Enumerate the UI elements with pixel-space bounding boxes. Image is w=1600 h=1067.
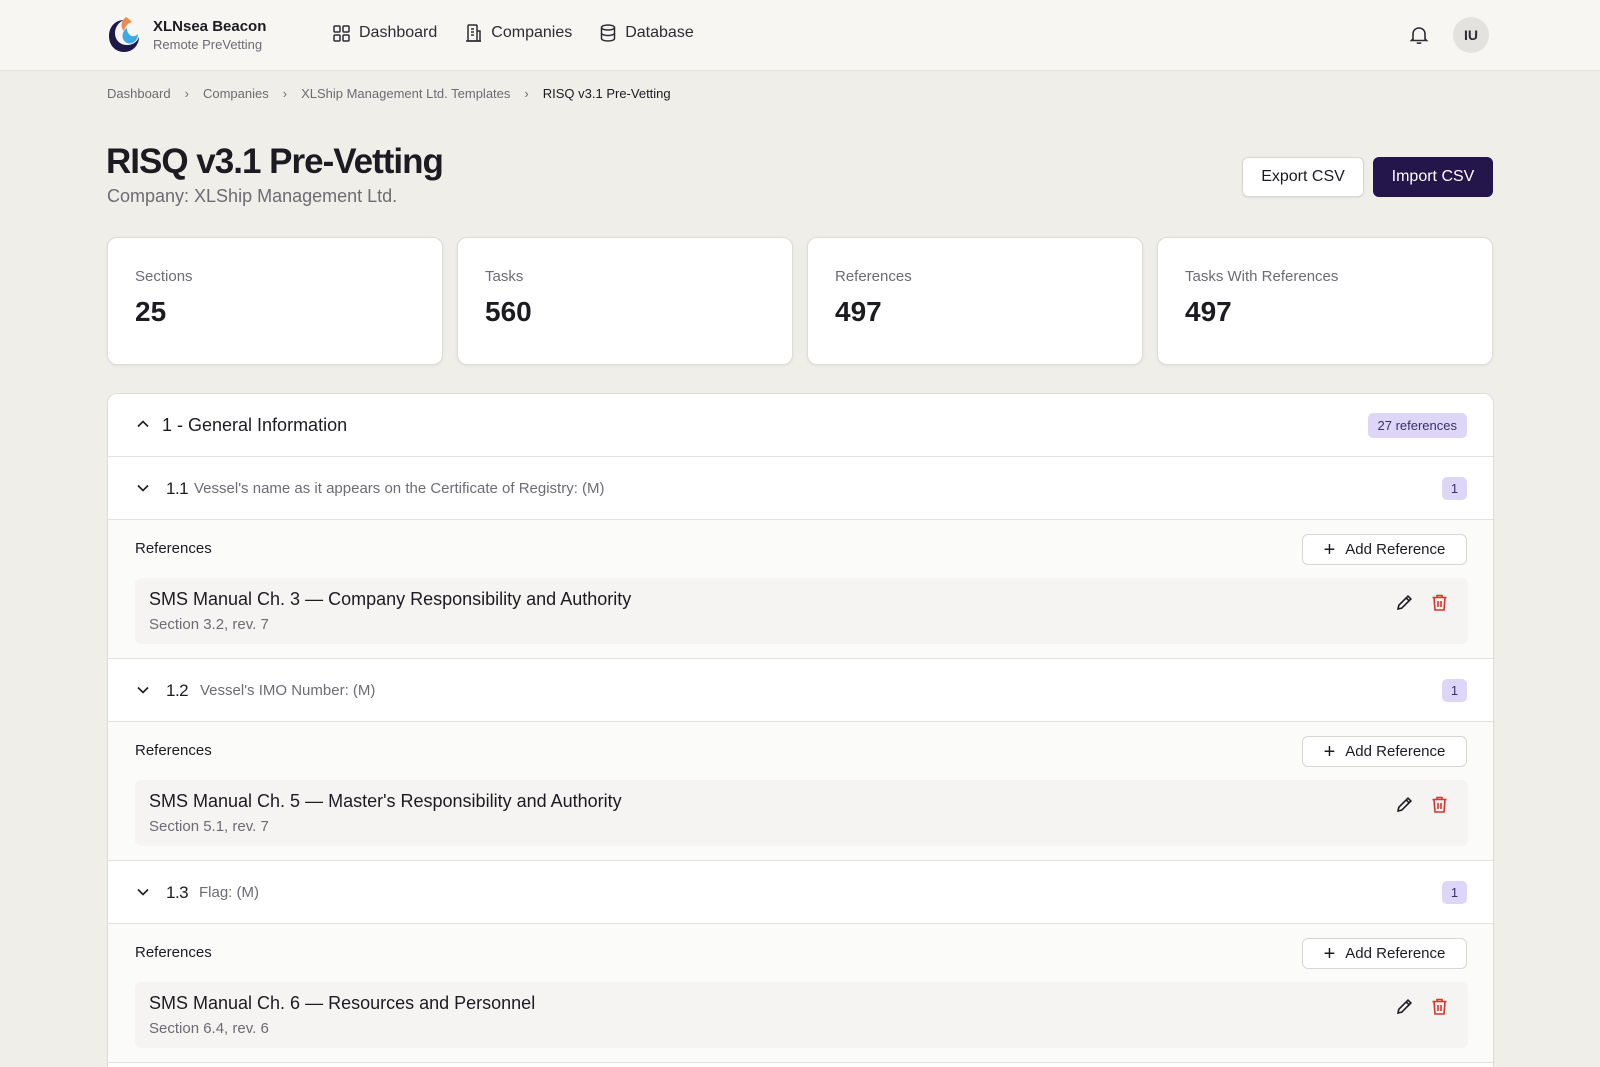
nav-database[interactable]: Database <box>600 24 694 42</box>
nav-companies-label: Companies <box>491 24 573 41</box>
reference-meta: Section 5.1, rev. 7 <box>149 818 269 835</box>
pencil-icon[interactable] <box>1395 593 1414 612</box>
import-csv-button[interactable]: Import CSV <box>1373 157 1493 197</box>
chevron-right-icon: › <box>524 86 529 101</box>
reference-title: SMS Manual Ch. 3 — Company Responsibilit… <box>149 589 632 609</box>
stat-label: Sections <box>135 268 193 285</box>
reference-count-badge: 1 <box>1442 679 1467 702</box>
breadcrumb-current: RISQ v3.1 Pre-Vetting <box>542 86 671 101</box>
add-reference-button[interactable]: + Add Reference <box>1302 534 1467 565</box>
references-area: References + Add Reference SMS Manual Ch… <box>108 520 1493 659</box>
trash-icon[interactable] <box>1431 593 1448 612</box>
chevron-right-icon: › <box>184 86 189 101</box>
task-row[interactable]: 1.3 Flag: (M) 1 <box>108 861 1493 924</box>
stat-value: 497 <box>1185 296 1232 327</box>
chevron-down-icon[interactable] <box>136 683 150 697</box>
stat-label: References <box>835 268 912 285</box>
bell-icon[interactable] <box>1408 24 1430 46</box>
stat-card-references: References 497 <box>807 237 1143 365</box>
breadcrumb: Dashboard › Companies › XLShip Managemen… <box>107 86 671 101</box>
brand[interactable]: XLNsea Beacon Remote PreVetting <box>107 16 266 54</box>
add-reference-label: Add Reference <box>1345 541 1446 558</box>
database-icon <box>600 24 616 42</box>
app-name: XLNsea Beacon <box>153 18 267 35</box>
task-row[interactable]: 1.2 Vessel's IMO Number: (M) 1 <box>108 659 1493 722</box>
reference-card: SMS Manual Ch. 3 — Company Responsibilit… <box>135 578 1468 644</box>
stat-value: 25 <box>135 296 167 327</box>
stat-card-sections: Sections 25 <box>107 237 443 365</box>
trash-icon[interactable] <box>1431 997 1448 1016</box>
references-count-badge: 27 references <box>1367 413 1467 438</box>
stat-label: Tasks With References <box>1185 268 1339 285</box>
reference-count-badge: 1 <box>1442 881 1467 904</box>
chevron-down-icon[interactable] <box>136 885 150 899</box>
add-reference-button[interactable]: + Add Reference <box>1302 938 1467 969</box>
stat-label: Tasks <box>485 268 524 285</box>
page-subtitle: Company: XLShip Management Ltd. <box>107 186 398 206</box>
section-title: 1 - General Information <box>162 415 348 435</box>
add-reference-label: Add Reference <box>1345 743 1446 760</box>
add-reference-button[interactable]: + Add Reference <box>1302 736 1467 767</box>
stat-value: 497 <box>835 296 882 327</box>
task-text: Flag: (M) <box>199 884 259 901</box>
reference-meta: Section 6.4, rev. 6 <box>149 1020 269 1037</box>
plus-icon: + <box>1323 740 1336 763</box>
references-label: References <box>135 742 212 759</box>
pencil-icon[interactable] <box>1395 997 1414 1016</box>
stat-card-tasks: Tasks 560 <box>457 237 793 365</box>
task-item: 1.2 Vessel's IMO Number: (M) 1 Reference… <box>108 659 1493 861</box>
section-header[interactable]: 1 - General Information 27 references <box>108 394 1493 457</box>
reference-meta: Section 3.2, rev. 7 <box>149 616 269 633</box>
dashboard-grid-icon <box>333 24 350 42</box>
export-csv-button[interactable]: Export CSV <box>1242 157 1364 197</box>
reference-title: SMS Manual Ch. 5 — Master's Responsibili… <box>149 791 622 811</box>
task-text: Vessel's name as it appears on the Certi… <box>194 480 605 497</box>
nav-dashboard-label: Dashboard <box>359 24 438 41</box>
nav-database-label: Database <box>625 24 694 41</box>
reference-title: SMS Manual Ch. 6 — Resources and Personn… <box>149 993 536 1013</box>
task-text: Vessel's IMO Number: (M) <box>200 682 376 699</box>
reference-card: SMS Manual Ch. 5 — Master's Responsibili… <box>135 780 1468 846</box>
stat-card-tasks-with-references: Tasks With References 497 <box>1157 237 1493 365</box>
nav-dashboard[interactable]: Dashboard <box>333 24 437 42</box>
plus-icon: + <box>1323 942 1336 965</box>
plus-icon: + <box>1323 538 1336 561</box>
task-item: 1.3 Flag: (M) 1 References + Add Referen… <box>108 861 1493 1063</box>
references-area: References + Add Reference SMS Manual Ch… <box>108 722 1493 861</box>
task-number: 1.1 <box>166 479 189 498</box>
reference-card: SMS Manual Ch. 6 — Resources and Personn… <box>135 982 1468 1048</box>
nav-companies[interactable]: Companies <box>465 24 572 42</box>
breadcrumb-companies[interactable]: Companies <box>203 86 269 101</box>
pencil-icon[interactable] <box>1395 795 1414 814</box>
task-number: 1.2 <box>166 681 189 700</box>
chevron-up-icon[interactable] <box>136 417 150 431</box>
section-panel: 1 - General Information 27 references 1.… <box>107 393 1494 1067</box>
task-number: 1.3 <box>166 883 189 902</box>
task-row[interactable]: 1.1 Vessel's name as it appears on the C… <box>108 457 1493 520</box>
brand-logo-icon <box>109 17 139 52</box>
chevron-right-icon: › <box>282 86 288 101</box>
breadcrumb-dashboard[interactable]: Dashboard <box>107 86 171 101</box>
page-title: RISQ v3.1 Pre-Vetting <box>106 142 444 181</box>
references-label: References <box>135 944 212 961</box>
trash-icon[interactable] <box>1431 795 1448 814</box>
references-area: References + Add Reference SMS Manual Ch… <box>108 924 1493 1063</box>
stat-value: 560 <box>485 296 532 327</box>
user-avatar[interactable]: IU <box>1453 17 1489 53</box>
reference-count-badge: 1 <box>1442 477 1467 500</box>
top-navbar: XLNsea Beacon Remote PreVetting Dashboar… <box>0 0 1600 71</box>
references-label: References <box>135 540 212 557</box>
main-nav: Dashboard Companies Database <box>333 24 694 42</box>
task-item: 1.1 Vessel's name as it appears on the C… <box>108 457 1493 659</box>
building-icon <box>466 24 482 42</box>
add-reference-label: Add Reference <box>1345 945 1446 962</box>
breadcrumb-company-templates[interactable]: XLShip Management Ltd. Templates <box>301 86 510 101</box>
app-subtitle: Remote PreVetting <box>153 37 263 52</box>
chevron-down-icon[interactable] <box>136 481 150 495</box>
